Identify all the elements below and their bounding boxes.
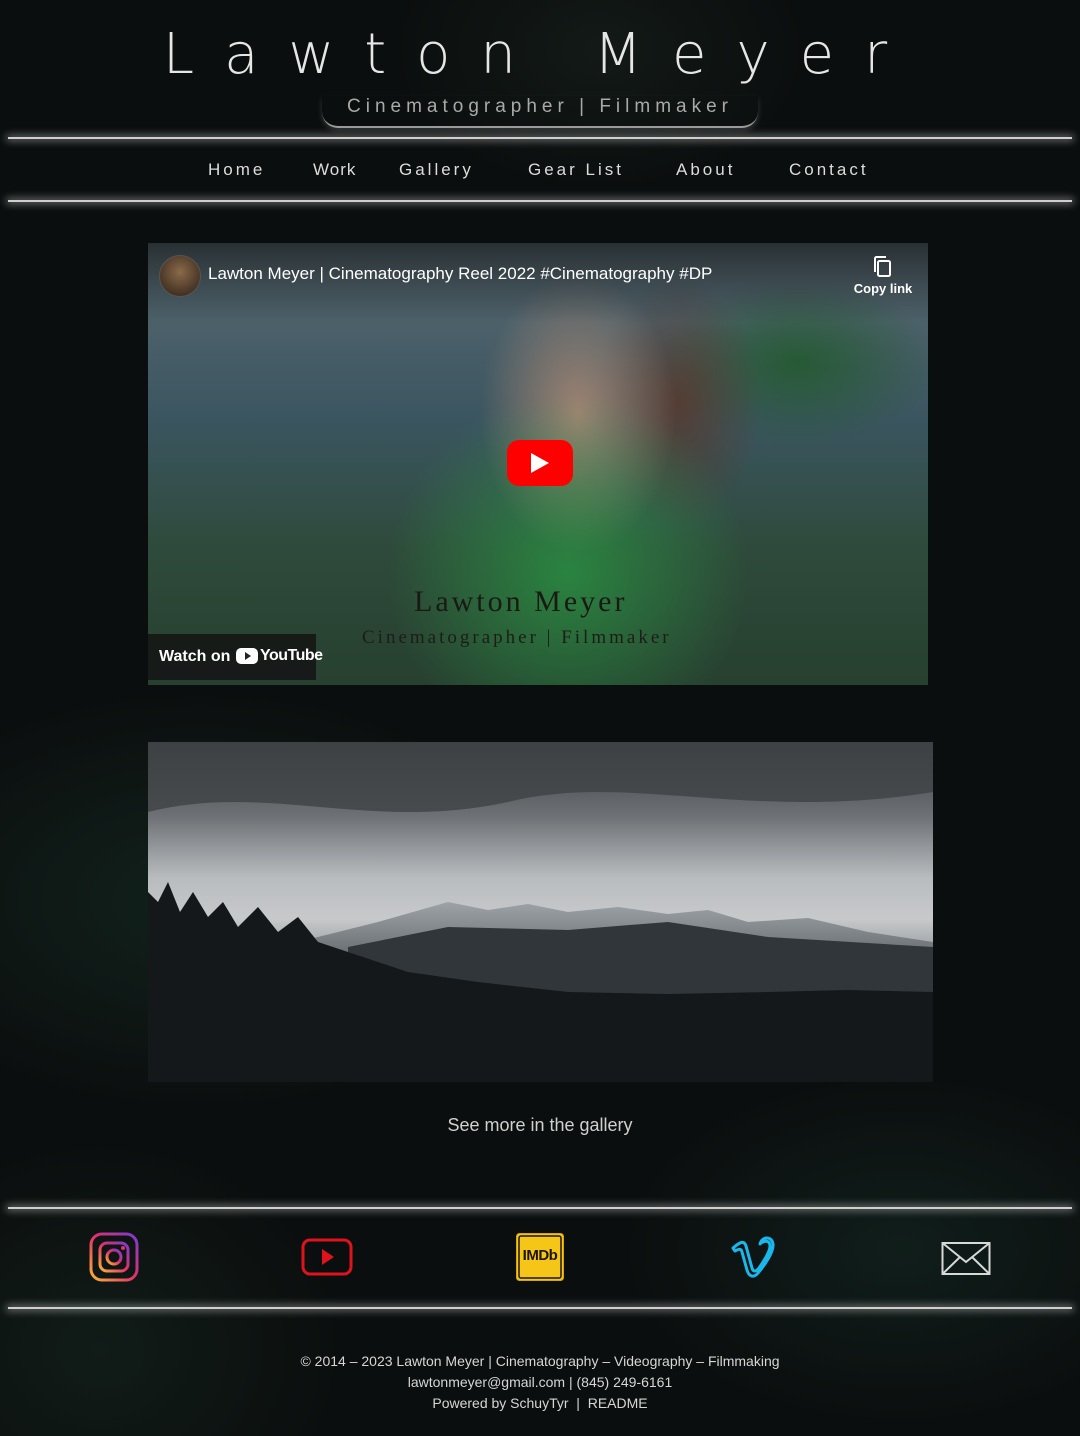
copy-icon xyxy=(874,256,891,277)
instagram-icon xyxy=(89,1232,139,1282)
youtube-wordmark: YouTube xyxy=(260,647,323,664)
featured-landscape-photo[interactable] xyxy=(148,742,933,1082)
video-title[interactable]: Lawton Meyer | Cinematography Reel 2022 … xyxy=(208,264,712,284)
youtube-icon xyxy=(301,1238,353,1276)
mail-icon xyxy=(941,1242,991,1275)
footer-phone-link[interactable]: (845) 249-6161 xyxy=(577,1374,673,1390)
readme-link[interactable]: README xyxy=(588,1395,648,1411)
nav-item-about[interactable]: About xyxy=(676,160,735,180)
nav-item-work[interactable]: Work xyxy=(313,160,356,180)
site-subtitle: Cinematographer | Filmmaker xyxy=(322,96,758,128)
watch-on-label: Watch on xyxy=(159,648,231,665)
site-title[interactable]: Lawton Meyer xyxy=(0,22,1080,87)
see-more-gallery-link[interactable]: See more in the gallery xyxy=(0,1115,1080,1136)
social-top-divider xyxy=(8,1207,1072,1209)
youtube-embed[interactable]: Lawton Meyer | Cinematography Reel 2022 … xyxy=(148,243,928,685)
nav-item-gear-list[interactable]: Gear List xyxy=(528,160,624,180)
powered-by-link[interactable]: Powered by SchuyTyr xyxy=(432,1395,568,1411)
nav-item-gallery[interactable]: Gallery xyxy=(399,160,474,180)
social-bottom-divider xyxy=(8,1307,1072,1309)
footer-copyright: © 2014 – 2023 Lawton Meyer | Cinematogra… xyxy=(300,1353,780,1369)
copy-link-button[interactable]: Copy link xyxy=(848,255,918,296)
nav-item-contact[interactable]: Contact xyxy=(789,160,869,180)
play-icon xyxy=(531,453,549,473)
thumbnail-name: Lawton Meyer xyxy=(414,585,628,618)
vimeo-link[interactable] xyxy=(728,1232,778,1282)
imdb-link[interactable]: IMDb xyxy=(515,1232,565,1282)
play-button[interactable] xyxy=(507,440,573,486)
footer-credits: Powered by SchuyTyr | README xyxy=(0,1395,1080,1411)
thumbnail-subtitle: Cinematographer | Filmmaker xyxy=(362,627,672,648)
nav-bottom-divider xyxy=(8,200,1072,202)
main-nav: Home Work Gallery Gear List About Contac… xyxy=(0,146,1080,196)
youtube-logo-icon xyxy=(236,648,258,664)
footer-pipe: | xyxy=(568,1395,588,1411)
footer-separator: | xyxy=(565,1374,577,1390)
email-link[interactable] xyxy=(941,1232,991,1282)
channel-avatar[interactable] xyxy=(159,255,201,297)
youtube-link[interactable] xyxy=(301,1232,353,1282)
copy-link-label: Copy link xyxy=(853,281,913,296)
watch-on-youtube-button[interactable]: Watch on YouTube xyxy=(148,634,323,680)
nav-top-divider xyxy=(8,137,1072,139)
imdb-label: IMDb xyxy=(522,1247,558,1264)
instagram-link[interactable] xyxy=(89,1232,139,1282)
site-header: Lawton Meyer Cinematographer | Filmmaker xyxy=(0,0,1080,140)
vimeo-icon xyxy=(731,1236,775,1278)
footer-contact: lawtonmeyer@gmail.com | (845) 249-6161 xyxy=(0,1374,1080,1390)
landscape-illustration xyxy=(148,742,933,1082)
footer-email-link[interactable]: lawtonmeyer@gmail.com xyxy=(408,1374,565,1390)
nav-item-home[interactable]: Home xyxy=(208,160,265,180)
